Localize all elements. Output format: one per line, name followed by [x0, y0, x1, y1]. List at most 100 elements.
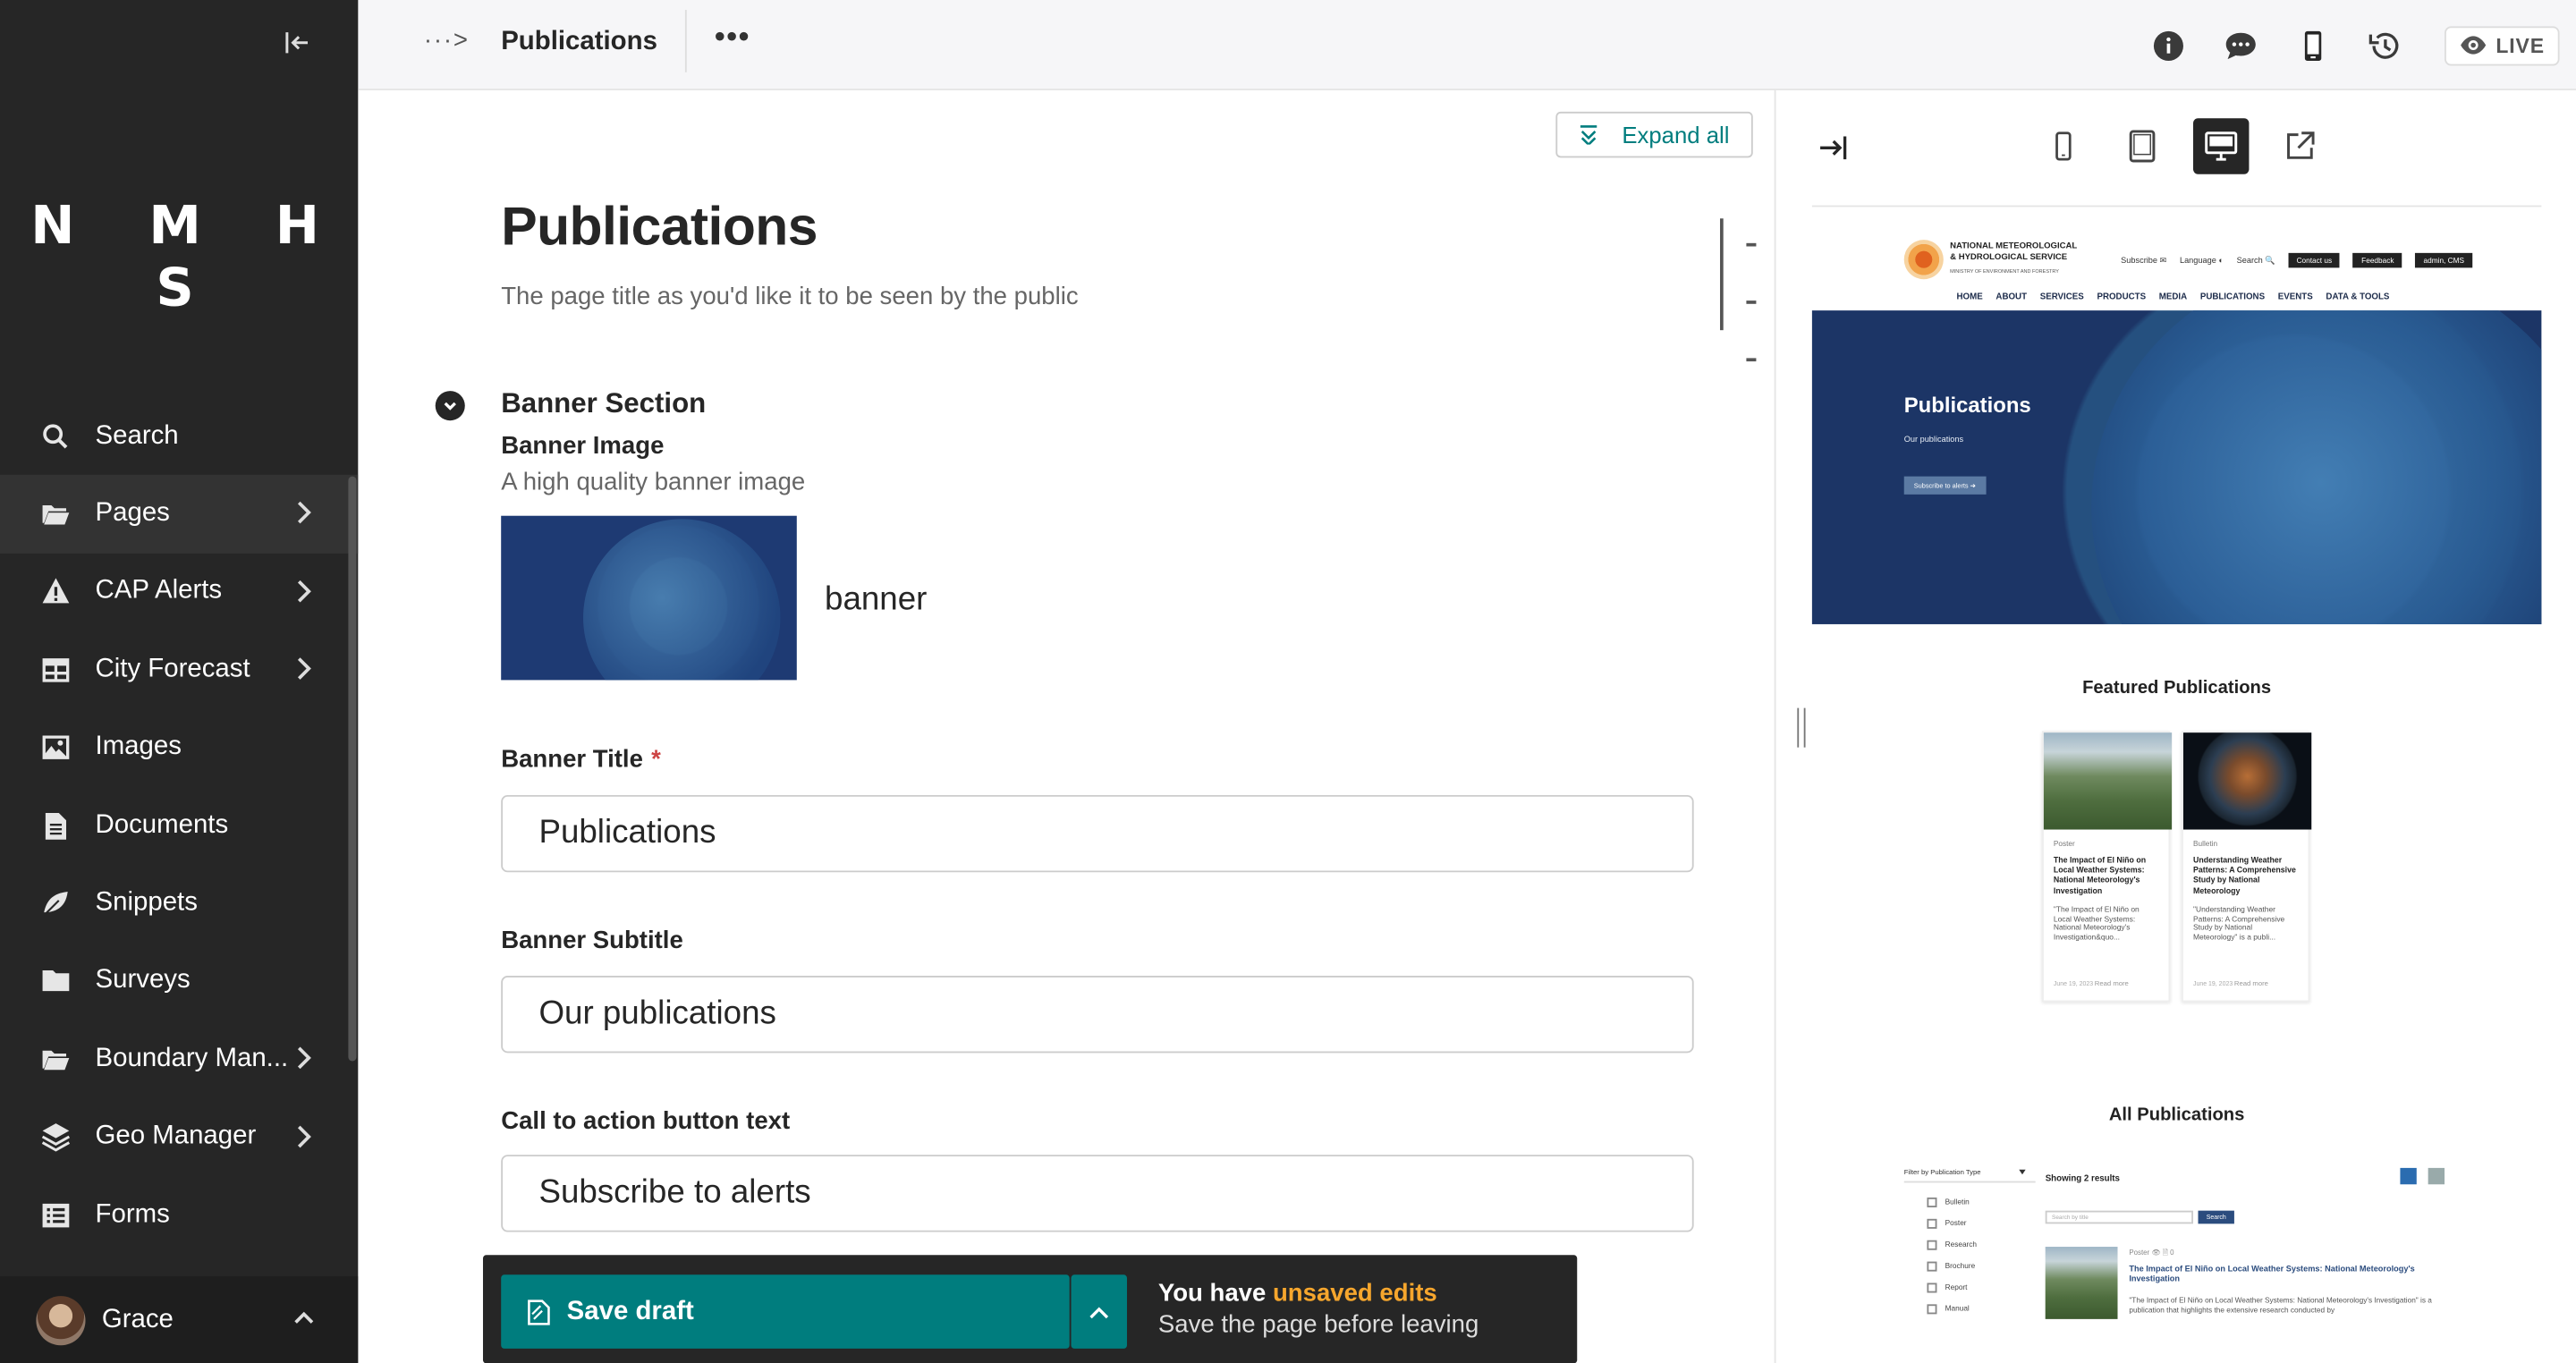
sidebar-scrollbar[interactable]	[348, 476, 357, 1062]
more-actions-button[interactable]: •••	[715, 20, 750, 55]
site-menu-item[interactable]: ABOUT	[1996, 292, 2027, 302]
site-menu-item[interactable]: DATA & TOOLS	[2326, 292, 2389, 302]
close-preview-icon[interactable]	[1818, 133, 1848, 163]
site-menu-item[interactable]: HOME	[1957, 292, 1983, 302]
checkbox[interactable]	[1927, 1260, 1937, 1271]
cta-input[interactable]: Subscribe to alerts	[501, 1155, 1694, 1232]
sidebar-item-label: Boundary Man...	[95, 1044, 289, 1073]
breadcrumb[interactable]: ···>	[424, 26, 470, 54]
card-title: The Impact of El Niño on Local Weather S…	[2053, 857, 2147, 897]
grid-view-icon[interactable]	[2428, 1167, 2445, 1185]
minimap-marker[interactable]	[1746, 301, 1757, 303]
filter-option[interactable]: Brochure	[1904, 1255, 2036, 1276]
featured-heading: Featured Publications	[2082, 678, 2272, 698]
sidebar-item-forms[interactable]: Forms	[0, 1176, 358, 1254]
title-field-value[interactable]: Publications	[501, 196, 818, 258]
checkbox[interactable]	[1927, 1303, 1937, 1314]
comments-icon[interactable]	[2205, 0, 2277, 90]
sidebar-item-cap-alerts[interactable]: CAP Alerts	[0, 554, 358, 631]
list-icon	[39, 1198, 72, 1232]
sidebar-item-pages[interactable]: Pages	[0, 475, 359, 554]
filter-option[interactable]: Report	[1904, 1276, 2036, 1298]
site-menu-item[interactable]: PRODUCTS	[2097, 292, 2146, 302]
sidebar-item-search[interactable]: Search	[0, 397, 358, 475]
user-menu[interactable]: Grace	[0, 1276, 359, 1363]
filter-option[interactable]: Bulletin	[1904, 1191, 2036, 1213]
site-contact-button[interactable]: Contact us	[2288, 252, 2341, 268]
site-menu-item[interactable]: MEDIA	[2159, 292, 2187, 302]
chevron-right-icon	[297, 1046, 311, 1070]
expand-all-label: Expand all	[1622, 121, 1730, 148]
checkbox[interactable]	[1927, 1217, 1937, 1228]
sidebar-item-boundary-manager[interactable]: Boundary Man...	[0, 1020, 358, 1098]
filter-option-label: Research	[1945, 1240, 1978, 1249]
sidebar-item-documents[interactable]: Documents	[0, 787, 358, 865]
filter-option[interactable]: Poster	[1904, 1212, 2036, 1233]
site-menu-item[interactable]: PUBLICATIONS	[2200, 292, 2265, 302]
results-count: Showing 2 results	[2045, 1174, 2120, 1185]
site-subscribe-link[interactable]: Subscribe ✉	[2121, 256, 2166, 266]
sidebar-item-city-forecast[interactable]: City Forecast	[0, 631, 358, 709]
warning-icon	[39, 576, 72, 609]
info-icon[interactable]	[2132, 0, 2205, 90]
list-item[interactable]: Poster 👁 🗎 0 The Impact of El Niño on Lo…	[2045, 1247, 2441, 1329]
minimap-marker[interactable]	[1746, 358, 1757, 361]
banner-subtitle-input[interactable]: Our publications	[501, 975, 1694, 1054]
mobile-preview-icon[interactable]	[2277, 0, 2350, 90]
filter-option-label: Manual	[1945, 1304, 1970, 1313]
checkbox[interactable]	[1927, 1239, 1937, 1249]
publication-card[interactable]: Poster The Impact of El Niño on Local We…	[2042, 731, 2173, 1003]
result-title[interactable]: The Impact of El Niño on Local Weather S…	[2129, 1265, 2441, 1285]
chevron-right-icon	[297, 580, 311, 603]
site-menu-item[interactable]: SERVICES	[2040, 292, 2084, 302]
list-view-icon[interactable]	[2400, 1167, 2417, 1185]
filter-option[interactable]: Research	[1904, 1233, 2036, 1255]
mobile-device-button[interactable]	[2036, 118, 2091, 174]
tablet-device-button[interactable]	[2114, 118, 2170, 174]
card-read-more[interactable]: Read more	[2095, 979, 2129, 987]
checkbox[interactable]	[1927, 1282, 1937, 1292]
filter-dropdown[interactable]: Filter by Publication Type	[1903, 1168, 2036, 1183]
hero-cta-button[interactable]: Subscribe to alerts ➔	[1903, 476, 1986, 495]
more-save-actions-button[interactable]	[1071, 1274, 1127, 1349]
desktop-device-button[interactable]	[2192, 118, 2250, 174]
eye-icon	[2461, 36, 2487, 55]
publication-card[interactable]: Bulletin Understanding Weather Patterns:…	[2182, 731, 2312, 1003]
expand-all-button[interactable]: Expand all	[1555, 111, 1753, 158]
minimap-indicator	[1720, 218, 1724, 331]
history-icon[interactable]	[2350, 0, 2422, 90]
divider	[1811, 205, 2542, 207]
sidebar-item-geo-manager[interactable]: Geo Manager	[0, 1098, 358, 1176]
logo[interactable]: N M H S	[0, 194, 358, 319]
draft-icon	[528, 1299, 550, 1325]
results-search-button[interactable]: Search	[2198, 1210, 2234, 1224]
card-read-more[interactable]: Read more	[2234, 979, 2268, 987]
site-top-links: Subscribe ✉ Language ◐ Search 🔍 Contact …	[2121, 252, 2486, 268]
collapse-sidebar-icon[interactable]	[279, 28, 315, 63]
results-search-input[interactable]: Search by title	[2045, 1210, 2193, 1224]
open-new-tab-button[interactable]	[2272, 118, 2327, 174]
site-menu-item[interactable]: EVENTS	[2278, 292, 2313, 302]
live-status-button[interactable]: LIVE	[2445, 25, 2560, 65]
sidebar-item-images[interactable]: Images	[0, 709, 358, 787]
site-admin-button[interactable]: admin, CMS	[2415, 252, 2473, 268]
site-preview: NATIONAL METEOROLOGICAL & HYDROLOGICAL SE…	[1811, 221, 2542, 1363]
banner-image-thumbnail[interactable]	[501, 515, 797, 681]
banner-image-label: Banner Image	[501, 432, 665, 461]
filter-option[interactable]: Manual	[1904, 1298, 2036, 1319]
live-label: LIVE	[2496, 33, 2546, 57]
checkbox[interactable]	[1927, 1197, 1937, 1207]
sidebar-item-snippets[interactable]: Snippets	[0, 865, 358, 943]
save-draft-button[interactable]: Save draft	[501, 1274, 1070, 1349]
site-feedback-button[interactable]: Feedback	[2352, 252, 2402, 268]
sidebar-item-surveys[interactable]: Surveys	[0, 943, 358, 1020]
banner-title-input[interactable]: Publications	[501, 794, 1694, 873]
section-collapse-toggle[interactable]	[435, 391, 465, 421]
site-language-link[interactable]: Language ◐	[2180, 256, 2224, 266]
external-link-icon	[2287, 131, 2315, 159]
view-toggle	[2389, 1167, 2445, 1185]
banner-title-label: Banner Title *	[501, 746, 661, 774]
site-search-link[interactable]: Search 🔍	[2237, 256, 2275, 266]
minimap-marker[interactable]	[1746, 242, 1757, 246]
resize-handle[interactable]	[1797, 707, 1806, 748]
